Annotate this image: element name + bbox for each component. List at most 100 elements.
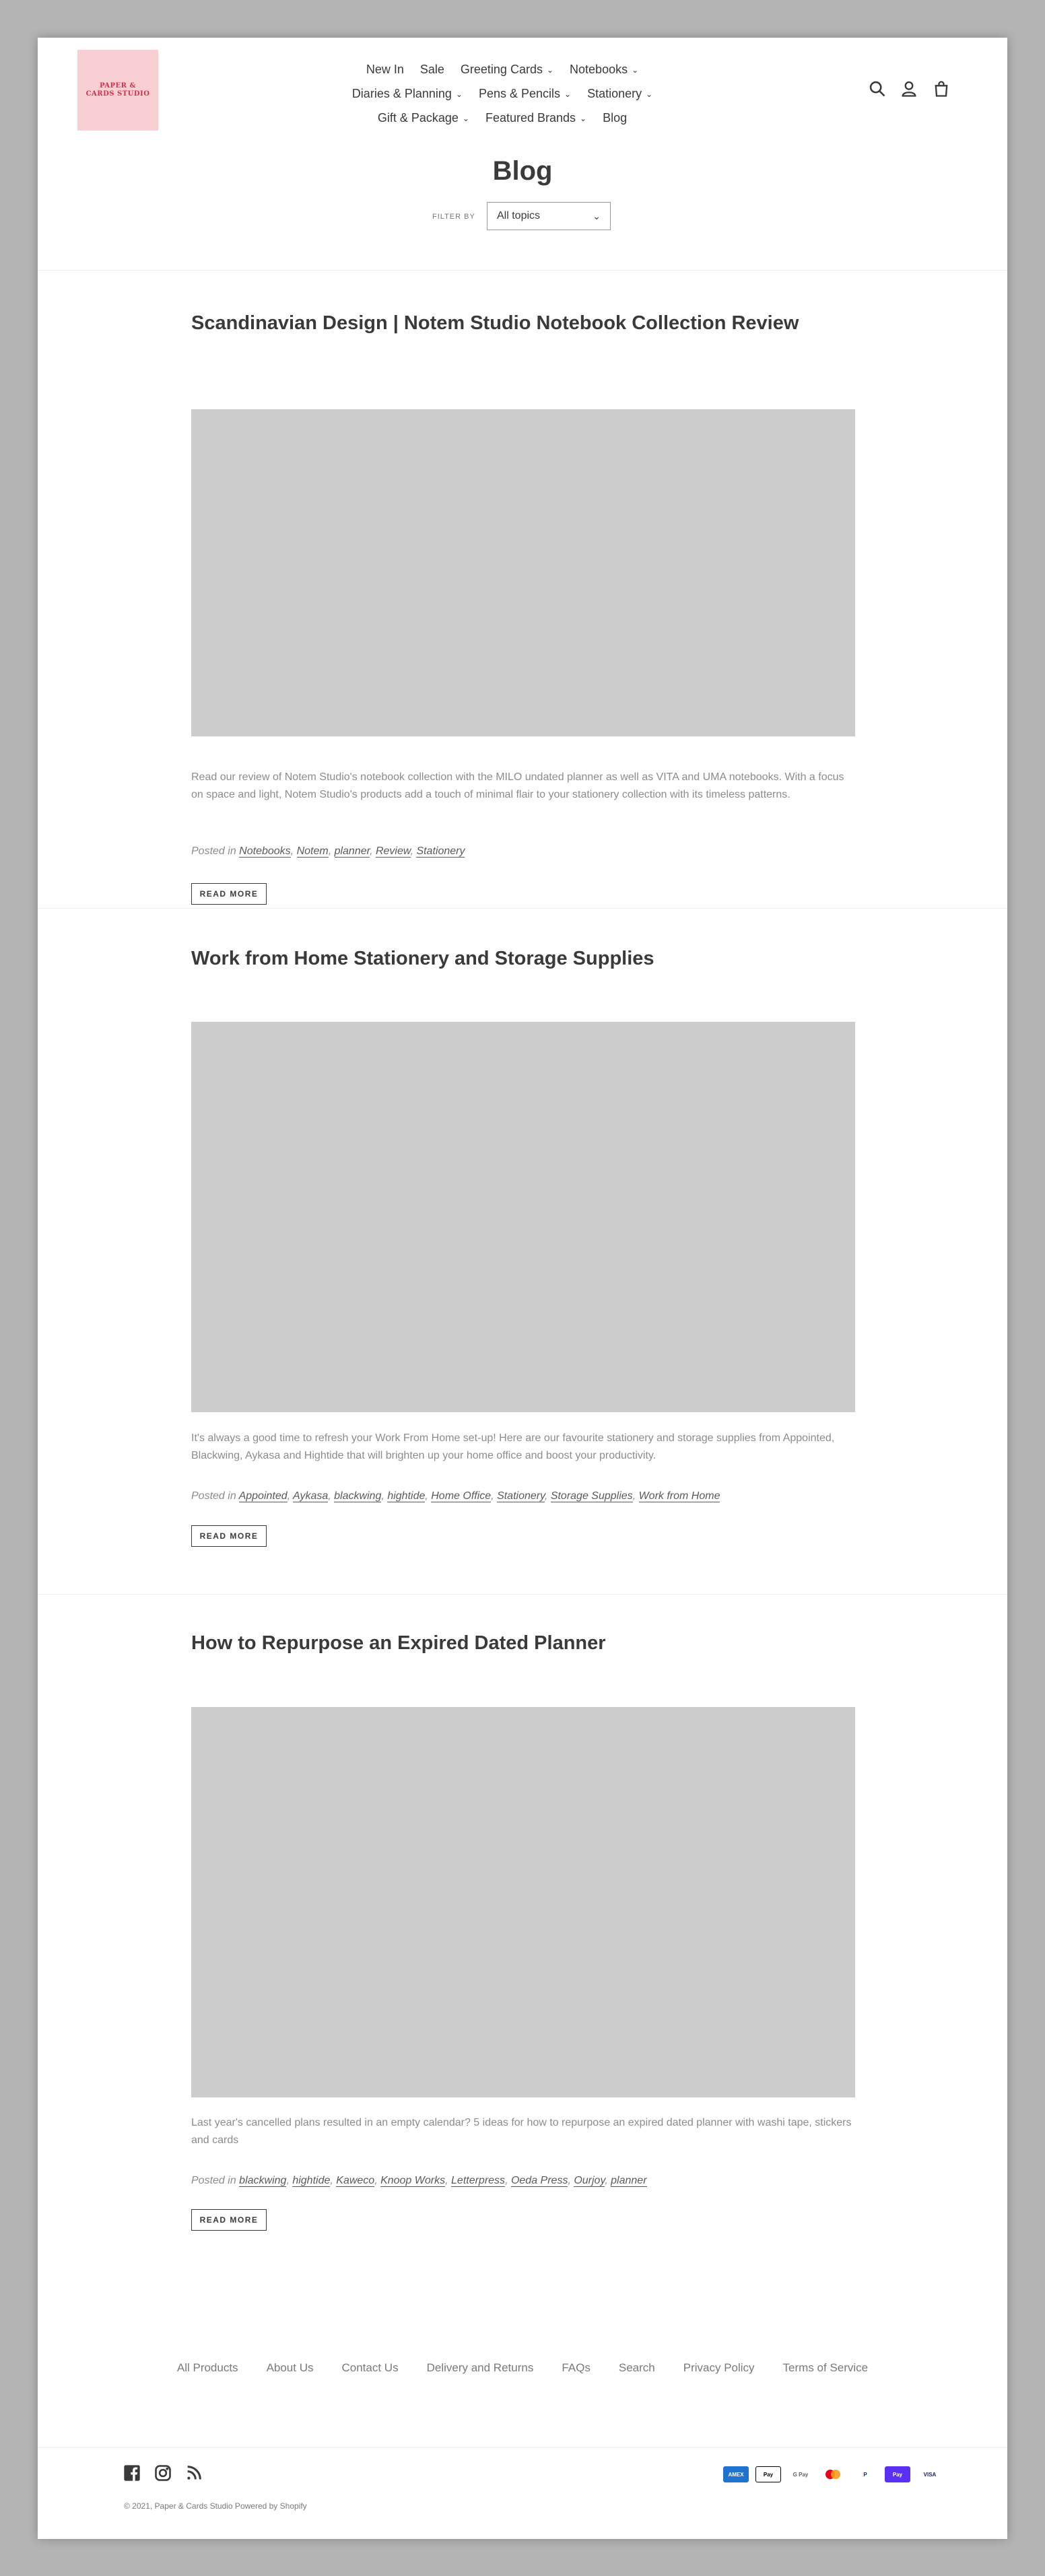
- divider: [38, 270, 1007, 271]
- footer-link[interactable]: Contact Us: [342, 2361, 399, 2375]
- footer-link[interactable]: All Products: [177, 2361, 238, 2375]
- article-title[interactable]: Work from Home Stationery and Storage Su…: [191, 946, 855, 971]
- page-title: Blog: [492, 156, 553, 186]
- tag-link[interactable]: blackwing: [334, 1490, 382, 1502]
- nav-item-label: New In: [366, 63, 404, 76]
- divider: [38, 1594, 1007, 1595]
- chevron-down-icon: ⌄: [580, 114, 587, 123]
- search-icon[interactable]: [868, 79, 887, 98]
- tag-link[interactable]: Kaweco: [336, 2175, 375, 2187]
- google-pay-icon: G Pay: [788, 2466, 813, 2482]
- read-more-button[interactable]: READ MORE: [191, 883, 267, 905]
- payment-label: G Pay: [793, 2471, 809, 2478]
- footer-link[interactable]: Delivery and Returns: [427, 2361, 534, 2375]
- tag-link[interactable]: Home Office: [431, 1490, 492, 1502]
- nav-item-label: Diaries & Planning: [351, 87, 452, 100]
- article-title[interactable]: How to Repurpose an Expired Dated Planne…: [191, 1631, 855, 1655]
- tag-link[interactable]: hightide: [387, 1490, 426, 1502]
- tag-link[interactable]: Notem: [296, 845, 329, 858]
- article-image[interactable]: [191, 1022, 855, 1412]
- nav-item-label: Stationery: [587, 87, 642, 100]
- nav-item-label: Blog: [603, 111, 628, 125]
- nav-item[interactable]: Pens & Pencils ⌄: [479, 82, 571, 106]
- article-tags: Posted in Appointed, Aykasa, blackwing, …: [191, 1490, 720, 1502]
- payment-label: Pay: [892, 2471, 903, 2478]
- tag-link[interactable]: hightide: [292, 2175, 331, 2187]
- article-tags: Posted in blackwing, hightide, Kaweco, K…: [191, 2175, 647, 2187]
- nav-item[interactable]: Featured Brands ⌄: [485, 106, 586, 131]
- article-excerpt: Last year's cancelled plans resulted in …: [191, 2117, 852, 2146]
- nav-item[interactable]: Stationery ⌄: [587, 82, 652, 106]
- nav-item-label: Sale: [419, 63, 444, 76]
- article-title[interactable]: Scandinavian Design | Notem Studio Noteb…: [191, 311, 855, 335]
- nav-item-label: Greeting Cards: [460, 63, 543, 76]
- tag-link[interactable]: Ourjoy: [574, 2175, 605, 2187]
- tag-link[interactable]: Stationery: [497, 1490, 545, 1502]
- tag-link[interactable]: Review: [375, 845, 411, 858]
- read-more-button[interactable]: READ MORE: [191, 2209, 267, 2231]
- nav-item[interactable]: Sale: [420, 58, 444, 82]
- rss-icon[interactable]: [184, 2464, 203, 2482]
- nav-item-label: Pens & Pencils: [478, 87, 561, 100]
- store-logo[interactable]: PAPER & CARDS STUDIO: [77, 50, 158, 131]
- tag-link[interactable]: Work from Home: [638, 1490, 720, 1502]
- article-image[interactable]: [191, 1707, 855, 2097]
- tag-link[interactable]: planner: [334, 845, 370, 858]
- cart-icon[interactable]: [932, 79, 951, 98]
- read-more-button[interactable]: READ MORE: [191, 1525, 267, 1547]
- tag-link[interactable]: Aykasa: [292, 1490, 329, 1502]
- apple-pay-icon: Pay: [755, 2466, 781, 2482]
- tag-link[interactable]: Knoop Works: [380, 2175, 446, 2187]
- amex-icon: AMEX: [723, 2466, 749, 2482]
- nav-item-label: Notebooks: [570, 63, 628, 76]
- article-excerpt: It's always a good time to refresh your …: [191, 1432, 835, 1461]
- posted-in-label: Posted in: [191, 1490, 236, 1502]
- nav-item[interactable]: Blog: [603, 106, 627, 131]
- article-card: Scandinavian Design | Notem Studio Noteb…: [191, 311, 855, 905]
- payment-label: P: [863, 2471, 867, 2478]
- posted-in-label: Posted in: [191, 2175, 236, 2186]
- nav-item[interactable]: Notebooks ⌄: [570, 58, 638, 82]
- tag-link[interactable]: planner: [611, 2175, 647, 2187]
- filter-selected-value: All topics: [497, 210, 541, 221]
- nav-item[interactable]: Greeting Cards ⌄: [461, 58, 553, 82]
- paypal-icon: P: [852, 2466, 878, 2482]
- main-nav: New In Sale Greeting Cards ⌄ Notebooks ⌄ Diari…: [307, 58, 698, 131]
- footer-link[interactable]: FAQs: [562, 2361, 591, 2375]
- footer-link[interactable]: Privacy Policy: [683, 2361, 755, 2375]
- article-card: How to Repurpose an Expired Dated Planne…: [191, 1631, 855, 2231]
- nav-item[interactable]: Diaries & Planning ⌄: [352, 82, 463, 106]
- logo-text: PAPER & CARDS STUDIO: [86, 82, 150, 98]
- instagram-icon[interactable]: [154, 2464, 172, 2482]
- facebook-icon[interactable]: [123, 2464, 141, 2482]
- filter-label: FILTER BY: [432, 213, 475, 221]
- payment-label: Pay: [763, 2471, 774, 2478]
- tag-link[interactable]: blackwing: [239, 2175, 287, 2187]
- nav-row: Gift & Package ⌄ Featured Brands ⌄ Blog: [307, 106, 698, 131]
- chevron-down-icon: ⌄: [462, 114, 469, 123]
- article-image[interactable]: [191, 409, 855, 736]
- nav-item[interactable]: Gift & Package ⌄: [378, 106, 469, 131]
- payment-label: AMEX: [728, 2471, 744, 2478]
- tag-link[interactable]: Oeda Press: [510, 2175, 568, 2187]
- chevron-down-icon: ⌄: [646, 90, 653, 99]
- nav-row: New In Sale Greeting Cards ⌄ Notebooks ⌄: [307, 58, 698, 82]
- nav-item[interactable]: New In: [366, 58, 404, 82]
- tag-link[interactable]: Letterpress: [451, 2175, 506, 2187]
- account-icon[interactable]: [900, 79, 918, 98]
- tag-link[interactable]: Stationery: [416, 845, 465, 858]
- article-excerpt: Read our review of Notem Studio's notebo…: [191, 771, 844, 800]
- footer-link[interactable]: About Us: [267, 2361, 314, 2375]
- nav-item-label: Gift & Package: [377, 111, 459, 125]
- footer-link[interactable]: Terms of Service: [783, 2361, 869, 2375]
- article-tags: Posted in Notebooks, Notem, planner, Rev…: [191, 845, 465, 858]
- article-card: Work from Home Stationery and Storage Su…: [191, 946, 855, 1547]
- filter-select[interactable]: All topics ⌄: [487, 202, 611, 230]
- footer-link[interactable]: Search: [619, 2361, 655, 2375]
- tag-link[interactable]: Notebooks: [239, 845, 291, 858]
- posted-in-label: Posted in: [191, 845, 236, 857]
- copyright: © 2021, Paper & Cards Studio Powered by …: [124, 2501, 307, 2511]
- footer-nav: All Products About Us Contact Us Delivery a…: [38, 2361, 1007, 2375]
- tag-link[interactable]: Storage Supplies: [550, 1490, 633, 1502]
- tag-link[interactable]: Appointed: [238, 1490, 288, 1502]
